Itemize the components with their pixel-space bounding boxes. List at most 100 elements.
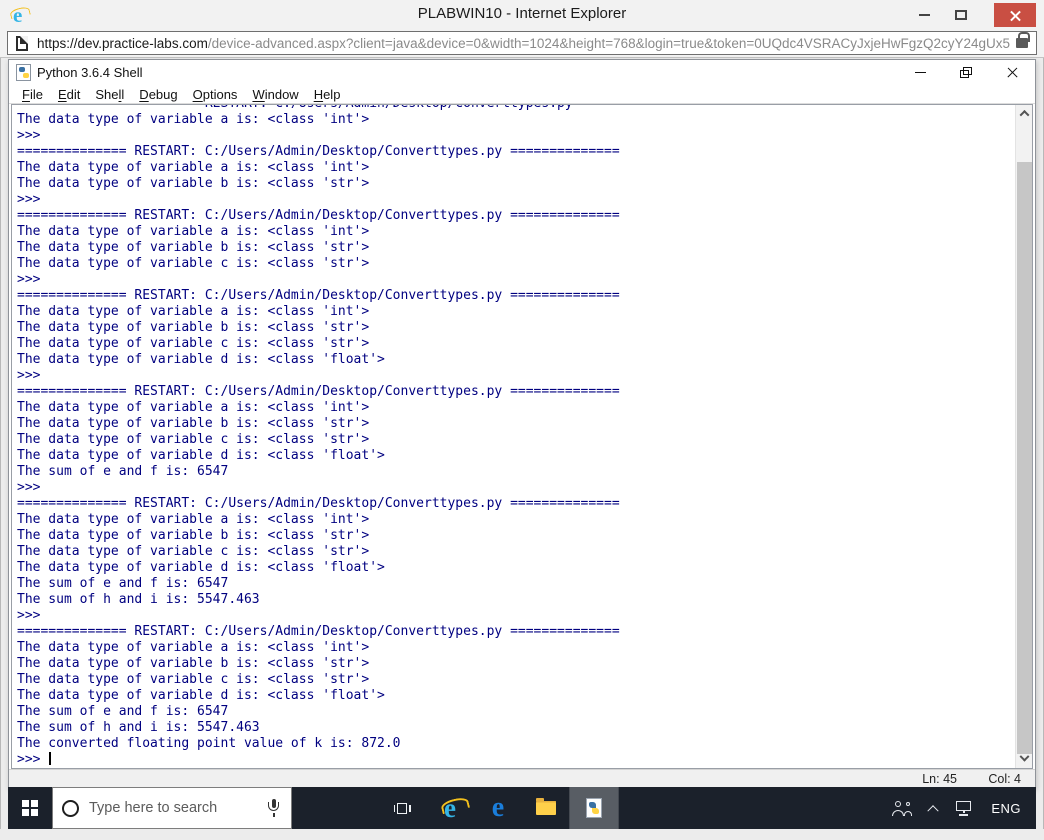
shell-line: The data type of variable a is: <class '… (17, 400, 370, 415)
scroll-up-button[interactable] (1016, 105, 1032, 122)
taskbar-file-explorer[interactable] (522, 787, 570, 829)
status-line-number: Ln: 45 (922, 772, 957, 786)
file-explorer-icon (536, 798, 556, 815)
scrollbar-thumb[interactable] (1017, 162, 1032, 754)
shell-line: The data type of variable b is: <class '… (17, 320, 370, 335)
shell-minimize-button[interactable] (897, 60, 943, 85)
network-icon (955, 800, 973, 816)
close-icon (1006, 66, 1019, 79)
people-icon (892, 800, 913, 816)
windows-logo-icon (22, 800, 38, 816)
microsoft-edge-icon: e (491, 792, 505, 823)
menu-window[interactable]: Window (247, 87, 303, 102)
people-button[interactable] (883, 787, 920, 829)
shell-close-button[interactable] (989, 60, 1035, 85)
shell-line: >>> (17, 480, 49, 495)
shell-line: The sum of e and f is: 6547 (17, 464, 229, 479)
shell-line: The sum of e and f is: 6547 (17, 704, 229, 719)
shell-line: The data type of variable a is: <class '… (17, 224, 370, 239)
shell-line: The data type of variable c is: <class '… (17, 336, 370, 351)
shell-line: ============== RESTART: C:/Users/Admin/D… (17, 624, 620, 639)
shell-line: The converted floating point value of k … (17, 736, 401, 751)
shell-line: ============== RESTART: C:/Users/Admin/D… (17, 208, 620, 223)
show-hidden-icons-button[interactable] (920, 787, 946, 829)
menu-shell[interactable]: Shell (90, 87, 129, 102)
menu-debug[interactable]: Debug (134, 87, 182, 102)
shell-line: ============== RESTART: C:/Users/Admin/D… (17, 288, 620, 303)
lock-icon (1016, 32, 1030, 48)
vertical-scrollbar (1015, 105, 1032, 768)
shell-output[interactable]: RESTART: C:/Users/Admin/Desktop/Convertt… (13, 105, 1014, 768)
shell-restore-button[interactable] (943, 60, 989, 85)
language-indicator[interactable]: ENG (982, 787, 1030, 829)
start-button[interactable] (8, 787, 52, 829)
cortana-icon (62, 799, 79, 817)
taskbar-internet-explorer[interactable]: e (426, 787, 474, 829)
maximize-icon (955, 10, 967, 20)
page-icon (16, 35, 28, 51)
shell-line: The sum of h and i is: 5547.463 (17, 592, 260, 607)
python-shell-content: RESTART: C:/Users/Admin/Desktop/Convertt… (11, 104, 1033, 769)
taskbar-tray: ENG (883, 787, 1030, 829)
python-idle-icon (16, 64, 31, 81)
restore-icon (960, 67, 972, 78)
python-shell-menubar: File Edit Shell Debug Options Window Help (9, 85, 1035, 104)
menu-edit[interactable]: Edit (53, 87, 85, 102)
shell-line: The data type of variable b is: <class '… (17, 176, 370, 191)
shell-line: The data type of variable a is: <class '… (17, 304, 370, 319)
status-column-number: Col: 4 (988, 772, 1021, 786)
minimize-icon (918, 14, 930, 16)
shell-line: The data type of variable a is: <class '… (17, 640, 370, 655)
address-bar[interactable]: https://dev.practice-labs.com/device-adv… (7, 31, 1037, 55)
minimize-icon (914, 72, 926, 73)
shell-line: ============== RESTART: C:/Users/Admin/D… (17, 384, 620, 399)
text-cursor (49, 752, 52, 765)
search-placeholder: Type here to search (89, 800, 218, 816)
python-shell-statusbar: Ln: 45 Col: 4 (9, 769, 1035, 787)
python-idle-icon (586, 798, 602, 818)
microphone-icon[interactable] (268, 799, 279, 817)
python-shell-titlebar: Python 3.6.4 Shell (9, 60, 1035, 85)
taskbar-search-box[interactable]: Type here to search (52, 787, 292, 829)
ie-address-row: https://dev.practice-labs.com/device-adv… (0, 28, 1044, 58)
shell-line: The data type of variable d is: <class '… (17, 352, 385, 367)
url-domain: https://dev.practice-labs.com (37, 35, 208, 51)
shell-line: The data type of variable c is: <class '… (17, 432, 370, 447)
ie-titlebar: e PLABWIN10 - Internet Explorer (0, 0, 1044, 28)
shell-line: The data type of variable c is: <class '… (17, 544, 370, 559)
chevron-up-icon (1019, 109, 1030, 120)
url-path: /device-advanced.aspx?client=java&device… (207, 35, 1010, 51)
taskbar-python-idle[interactable] (569, 786, 619, 830)
taskbar-app-icons: e e (378, 786, 619, 830)
network-button[interactable] (946, 787, 982, 829)
taskbar-microsoft-edge[interactable]: e (474, 787, 522, 829)
menu-options[interactable]: Options (188, 87, 243, 102)
shell-line: ============== RESTART: C:/Users/Admin/D… (17, 496, 620, 511)
scroll-down-button[interactable] (1016, 751, 1032, 768)
shell-line: The data type of variable d is: <class '… (17, 560, 385, 575)
shell-line: The data type of variable b is: <class '… (17, 528, 370, 543)
shell-line: The data type of variable c is: <class '… (17, 672, 370, 687)
remote-lab-screen: e PLABWIN10 - Internet Explorer https://… (0, 0, 1044, 840)
shell-line: >>> (17, 192, 49, 207)
shell-line: The sum of h and i is: 5547.463 (17, 720, 260, 735)
menu-file[interactable]: File (17, 87, 48, 102)
close-icon (1009, 9, 1022, 22)
task-view-button[interactable] (378, 787, 426, 829)
menu-help[interactable]: Help (309, 87, 346, 102)
shell-line: The data type of variable d is: <class '… (17, 448, 385, 463)
url-text: https://dev.practice-labs.com/device-adv… (37, 36, 1010, 51)
task-view-icon (393, 802, 411, 815)
python-shell-title: Python 3.6.4 Shell (37, 65, 143, 80)
shell-line: The data type of variable d is: <class '… (17, 688, 385, 703)
window-bottom-edge (0, 829, 1044, 840)
ie-close-button[interactable] (994, 3, 1036, 27)
ie-maximize-button[interactable] (946, 3, 976, 27)
shell-line: >>> (17, 128, 49, 143)
shell-line: ============== RESTART: C:/Users/Admin/D… (17, 144, 620, 159)
internet-explorer-icon: e (444, 792, 456, 823)
shell-line: >>> (17, 272, 49, 287)
ie-minimize-button[interactable] (909, 3, 939, 27)
python-window-controls (897, 60, 1035, 85)
python-shell-window: Python 3.6.4 Shell File Edit Shell Debug Opt… (8, 59, 1036, 788)
